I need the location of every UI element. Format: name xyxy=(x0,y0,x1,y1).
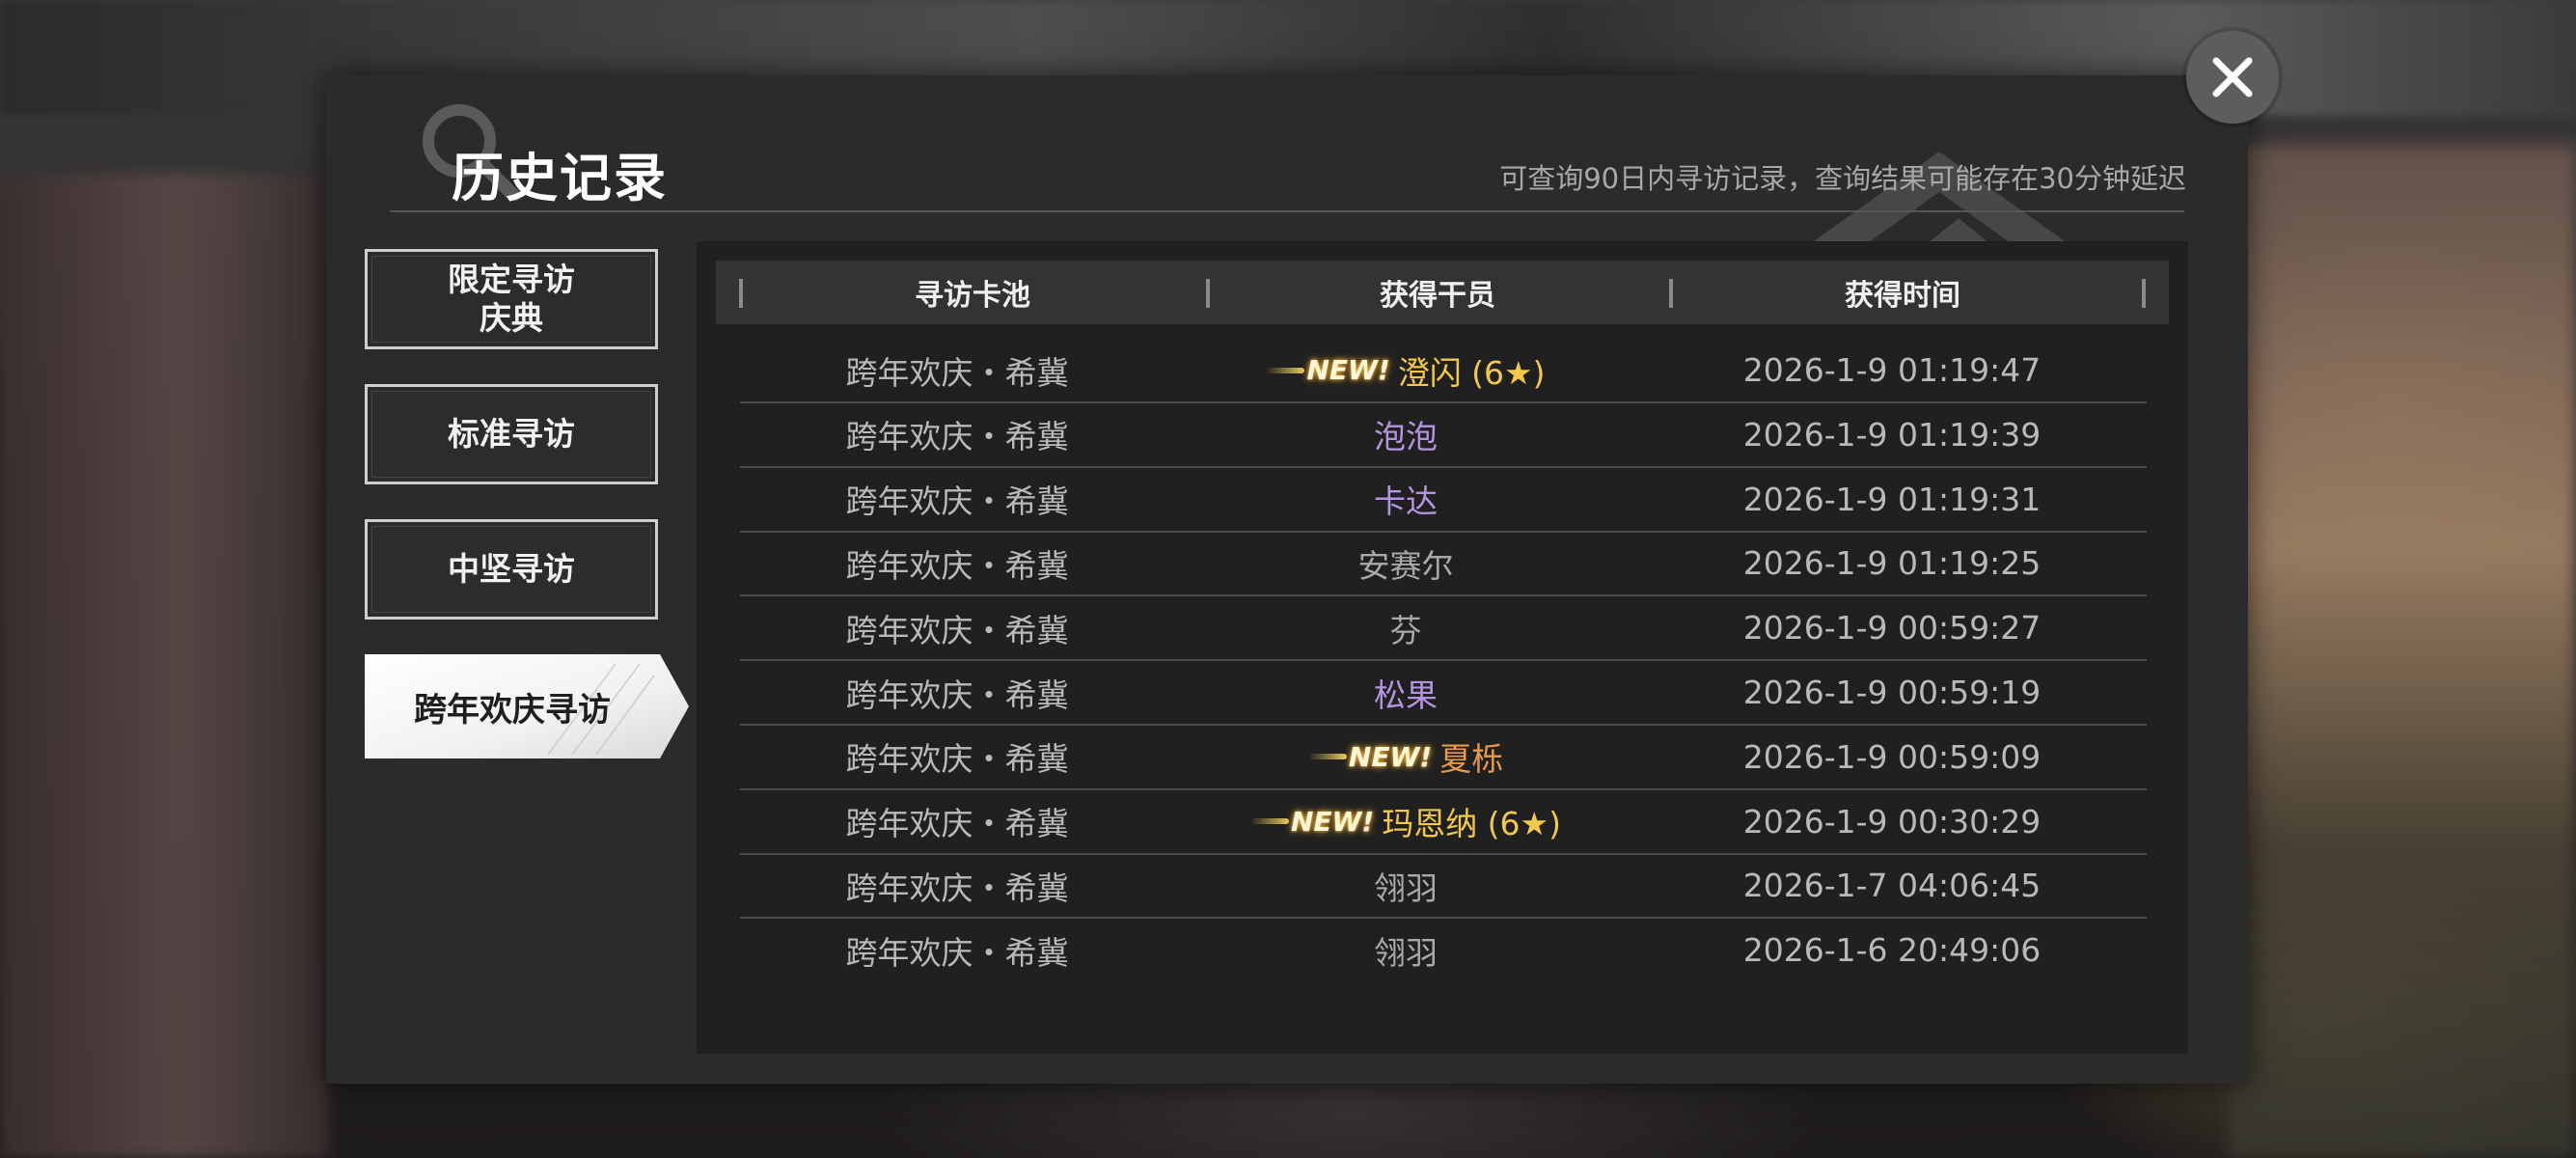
title-divider xyxy=(390,210,2184,212)
column-header-operator: 获得干员 xyxy=(1380,279,1495,313)
table-header: 寻访卡池 获得干员 获得时间 xyxy=(716,261,2169,324)
time-cell: 2026-1-6 20:49:06 xyxy=(1742,931,2042,970)
background-right-blur xyxy=(2229,145,2576,1158)
history-table: 寻访卡池 获得干员 获得时间 跨年欢庆・希冀 NEW! 澄闪 (6★) 2026-1-… xyxy=(697,241,2188,1054)
pool-cell: 跨年欢庆・希冀 xyxy=(845,418,1069,456)
operator-name: 澄闪 (6★) xyxy=(1397,353,1546,392)
time-cell: 2026-1-9 00:59:19 xyxy=(1742,674,2042,711)
pool-cell: 跨年欢庆・希冀 xyxy=(845,868,1069,907)
operator-cell: NEW! 玛恩纳 (6★) xyxy=(1174,790,1637,853)
time-cell: 2026-1-7 04:06:45 xyxy=(1742,867,2042,905)
operator-cell: 松果 xyxy=(1174,661,1637,724)
table-row: 跨年欢庆・希冀 NEW! 澄闪 (6★) 2026-1-9 01:19:47 xyxy=(740,339,2147,403)
table-row: 跨年欢庆・希冀 芬 2026-1-9 00:59:27 xyxy=(740,596,2147,662)
operator-cell: 芬 xyxy=(1174,596,1637,659)
table-row: 跨年欢庆・希冀 泡泡 2026-1-9 01:19:39 xyxy=(740,403,2147,468)
tab-core[interactable]: 中坚寻访 xyxy=(365,519,658,620)
close-button[interactable] xyxy=(2186,31,2279,124)
table-row: 跨年欢庆・希冀 安赛尔 2026-1-9 01:19:25 xyxy=(740,532,2147,597)
table-row: 跨年欢庆・希冀 NEW! 夏栎 2026-1-9 00:59:09 xyxy=(740,726,2147,790)
table-row: 跨年欢庆・希冀 翎羽 2026-1-7 04:06:45 xyxy=(740,854,2147,920)
time-cell: 2026-1-9 01:19:47 xyxy=(1742,351,2042,389)
tab-new-year-celebration[interactable]: 跨年欢庆寻访 xyxy=(365,654,691,758)
page-title: 历史记录 xyxy=(452,148,668,208)
sparkle-streak-icon xyxy=(1249,818,1289,825)
tab-label: 标准寻访 xyxy=(448,415,575,454)
operator-name: 翎羽 xyxy=(1374,868,1438,907)
close-icon xyxy=(2212,57,2253,97)
operator-cell: NEW! 澄闪 (6★) xyxy=(1174,339,1637,401)
operator-cell: NEW! 夏栎 xyxy=(1174,726,1637,788)
operator-cell: 翎羽 xyxy=(1174,854,1637,917)
time-cell: 2026-1-9 00:59:09 xyxy=(1742,737,2042,776)
tab-standard[interactable]: 标准寻访 xyxy=(365,384,658,484)
query-hint: 可查询90日内寻访记录，查询结果可能存在30分钟延迟 xyxy=(1499,162,2186,195)
pool-cell: 跨年欢庆・希冀 xyxy=(845,482,1069,521)
operator-name: 泡泡 xyxy=(1374,418,1438,456)
operator-name: 松果 xyxy=(1374,676,1438,714)
sparkle-streak-icon xyxy=(1307,754,1347,760)
operator-cell: 安赛尔 xyxy=(1174,532,1637,594)
pool-cell: 跨年欢庆・希冀 xyxy=(845,546,1069,585)
pool-cell: 跨年欢庆・希冀 xyxy=(845,933,1069,972)
pool-cell: 跨年欢庆・希冀 xyxy=(845,353,1069,392)
operator-name: 安赛尔 xyxy=(1357,546,1454,585)
tab-limited-celebration[interactable]: 限定寻访 庆典 xyxy=(365,249,658,349)
new-badge: NEW! xyxy=(1249,806,1374,838)
tab-label: 中坚寻访 xyxy=(448,550,575,589)
operator-name: 芬 xyxy=(1389,611,1422,649)
history-dialog: 历史记录 可查询90日内寻访记录，查询结果可能存在30分钟延迟 限定寻访 庆典 … xyxy=(326,75,2248,1084)
table-row: 跨年欢庆・希冀 翎羽 2026-1-6 20:49:06 xyxy=(740,919,2147,983)
operator-cell: 泡泡 xyxy=(1174,403,1637,466)
table-row: 跨年欢庆・希冀 松果 2026-1-9 00:59:19 xyxy=(740,661,2147,726)
operator-name: 夏栎 xyxy=(1439,740,1504,779)
time-cell: 2026-1-9 00:59:27 xyxy=(1742,609,2042,648)
new-badge: NEW! xyxy=(1307,741,1432,773)
background-left-blur xyxy=(0,174,328,1158)
pool-cell: 跨年欢庆・希冀 xyxy=(845,805,1069,843)
time-cell: 2026-1-9 00:30:29 xyxy=(1742,802,2042,841)
operator-cell: 翎羽 xyxy=(1174,919,1637,981)
operator-name: 玛恩纳 (6★) xyxy=(1382,805,1562,843)
time-cell: 2026-1-9 01:19:31 xyxy=(1742,480,2042,518)
tab-label: 跨年欢庆寻访 xyxy=(414,690,611,730)
operator-name: 翎羽 xyxy=(1374,933,1438,972)
operator-cell: 卡达 xyxy=(1174,468,1637,531)
column-header-pool: 寻访卡池 xyxy=(915,279,1030,313)
operator-name: 卡达 xyxy=(1374,482,1438,521)
table-row: 跨年欢庆・希冀 NEW! 玛恩纳 (6★) 2026-1-9 00:30:29 xyxy=(740,790,2147,855)
tab-label: 限定寻访 庆典 xyxy=(448,261,575,337)
pool-cell: 跨年欢庆・希冀 xyxy=(845,676,1069,714)
new-badge: NEW! xyxy=(1266,354,1390,386)
time-cell: 2026-1-9 01:19:39 xyxy=(1742,415,2042,454)
pool-cell: 跨年欢庆・希冀 xyxy=(845,740,1069,779)
sparkle-streak-icon xyxy=(1266,367,1305,373)
table-row: 跨年欢庆・希冀 卡达 2026-1-9 01:19:31 xyxy=(740,468,2147,533)
time-cell: 2026-1-9 01:19:25 xyxy=(1742,544,2042,583)
column-header-time: 获得时间 xyxy=(1845,279,1960,313)
pool-cell: 跨年欢庆・希冀 xyxy=(845,611,1069,649)
